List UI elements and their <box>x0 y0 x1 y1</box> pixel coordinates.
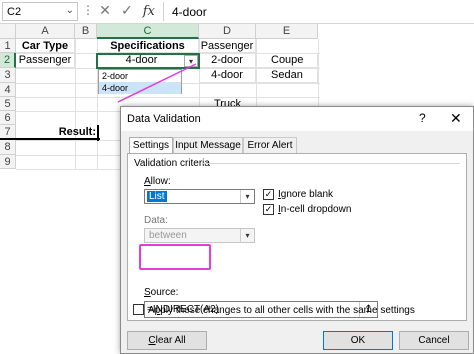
row-header-2[interactable]: 2 <box>0 53 16 68</box>
data-label: Data: <box>144 215 168 226</box>
apply-all-checkbox[interactable] <box>133 304 144 315</box>
clear-all-button[interactable]: Clear All <box>127 331 207 350</box>
cell-e3[interactable]: Sedan <box>256 68 318 83</box>
cell-c1[interactable]: Specifications <box>97 39 199 53</box>
cell-dropdown-button[interactable]: ▾ <box>184 55 198 67</box>
row-header-9[interactable]: 9 <box>0 155 16 169</box>
cell-e2[interactable]: Coupe <box>256 53 318 68</box>
ignore-blank-checkbox[interactable]: ✓ <box>263 189 274 200</box>
dropdown-option-4-door[interactable]: 4-door <box>99 82 181 94</box>
source-highlight-box <box>139 244 211 270</box>
cancel-button[interactable]: Cancel <box>399 331 469 350</box>
insert-function-icon[interactable]: fx <box>140 4 158 19</box>
formula-bar: C2 ⌄ ⋮ ✕ ✓ fx 4-door <box>0 0 474 24</box>
allow-select[interactable]: List ▾ <box>144 189 255 204</box>
dialog-title-bar: Data Validation ? ✕ <box>121 107 473 131</box>
name-box-value: C2 <box>7 6 22 18</box>
in-cell-dropdown-checkbox[interactable]: ✓ <box>263 204 274 215</box>
cell-d3[interactable]: 4-door <box>199 68 256 83</box>
cell-d1[interactable]: Passenger <box>199 39 256 53</box>
validation-criteria-label: Validation criteria <box>134 158 210 169</box>
formula-input[interactable]: 4-door <box>163 2 474 21</box>
row-header-6[interactable]: 6 <box>0 111 16 125</box>
tab-error-alert[interactable]: Error Alert <box>243 137 297 153</box>
name-box[interactable]: C2 ⌄ <box>2 2 78 21</box>
chevron-down-icon: ▾ <box>240 229 254 242</box>
ignore-blank-label: Ignore blank <box>278 189 334 200</box>
settings-panel: Validation criteria Allow: List ▾ ✓ Igno… <box>127 153 467 321</box>
dropdown-option-2-door[interactable]: 2-door <box>99 70 181 82</box>
ok-button[interactable]: OK <box>323 331 393 350</box>
column-header-c[interactable]: C <box>97 24 199 39</box>
dialog-title: Data Validation <box>127 113 201 125</box>
column-header-d[interactable]: D <box>199 24 256 39</box>
help-icon[interactable]: ? <box>419 111 426 125</box>
column-header-b[interactable]: B <box>75 24 97 39</box>
row-header-5[interactable]: 5 <box>0 97 16 111</box>
chevron-down-icon[interactable]: ⌄ <box>66 5 74 16</box>
tab-settings[interactable]: Settings <box>129 137 173 154</box>
cell-a2[interactable]: Passenger <box>16 53 75 68</box>
result-bottom-border <box>0 125 100 140</box>
cell-dropdown-list: 2-door 4-door <box>98 69 182 94</box>
cell-d2[interactable]: 2-door <box>199 53 256 68</box>
allow-label: Allow: <box>144 176 171 187</box>
source-label: Source: <box>144 287 179 298</box>
in-cell-dropdown-label: In-cell dropdown <box>278 204 352 215</box>
result-right-border <box>97 125 99 141</box>
row-header-8[interactable]: 8 <box>0 140 16 155</box>
cell-a1[interactable]: Car Type <box>16 39 75 53</box>
data-select: between ▾ <box>144 228 255 243</box>
select-all-corner[interactable] <box>0 24 16 39</box>
enter-icon[interactable]: ✓ <box>118 2 136 19</box>
row-header-3[interactable]: 3 <box>0 68 16 83</box>
cancel-icon[interactable]: ✕ <box>96 2 114 19</box>
row-header-1[interactable]: 1 <box>0 39 16 53</box>
formula-text: 4-door <box>172 5 207 19</box>
criteria-divider <box>202 163 460 164</box>
close-icon[interactable]: ✕ <box>450 110 462 127</box>
apply-all-label: Apply these changes to all other cells w… <box>148 305 415 316</box>
tab-input-message[interactable]: Input Message <box>173 137 243 153</box>
allow-value: List <box>147 191 167 202</box>
data-value: between <box>149 230 187 241</box>
row-header-4[interactable]: 4 <box>0 83 16 97</box>
drag-handle-icon[interactable]: ⋮ <box>82 3 94 17</box>
data-validation-dialog: Data Validation ? ✕ Settings Input Messa… <box>120 106 474 354</box>
column-header-e[interactable]: E <box>256 24 318 39</box>
column-header-a[interactable]: A <box>16 24 75 39</box>
chevron-down-icon[interactable]: ▾ <box>240 190 254 203</box>
